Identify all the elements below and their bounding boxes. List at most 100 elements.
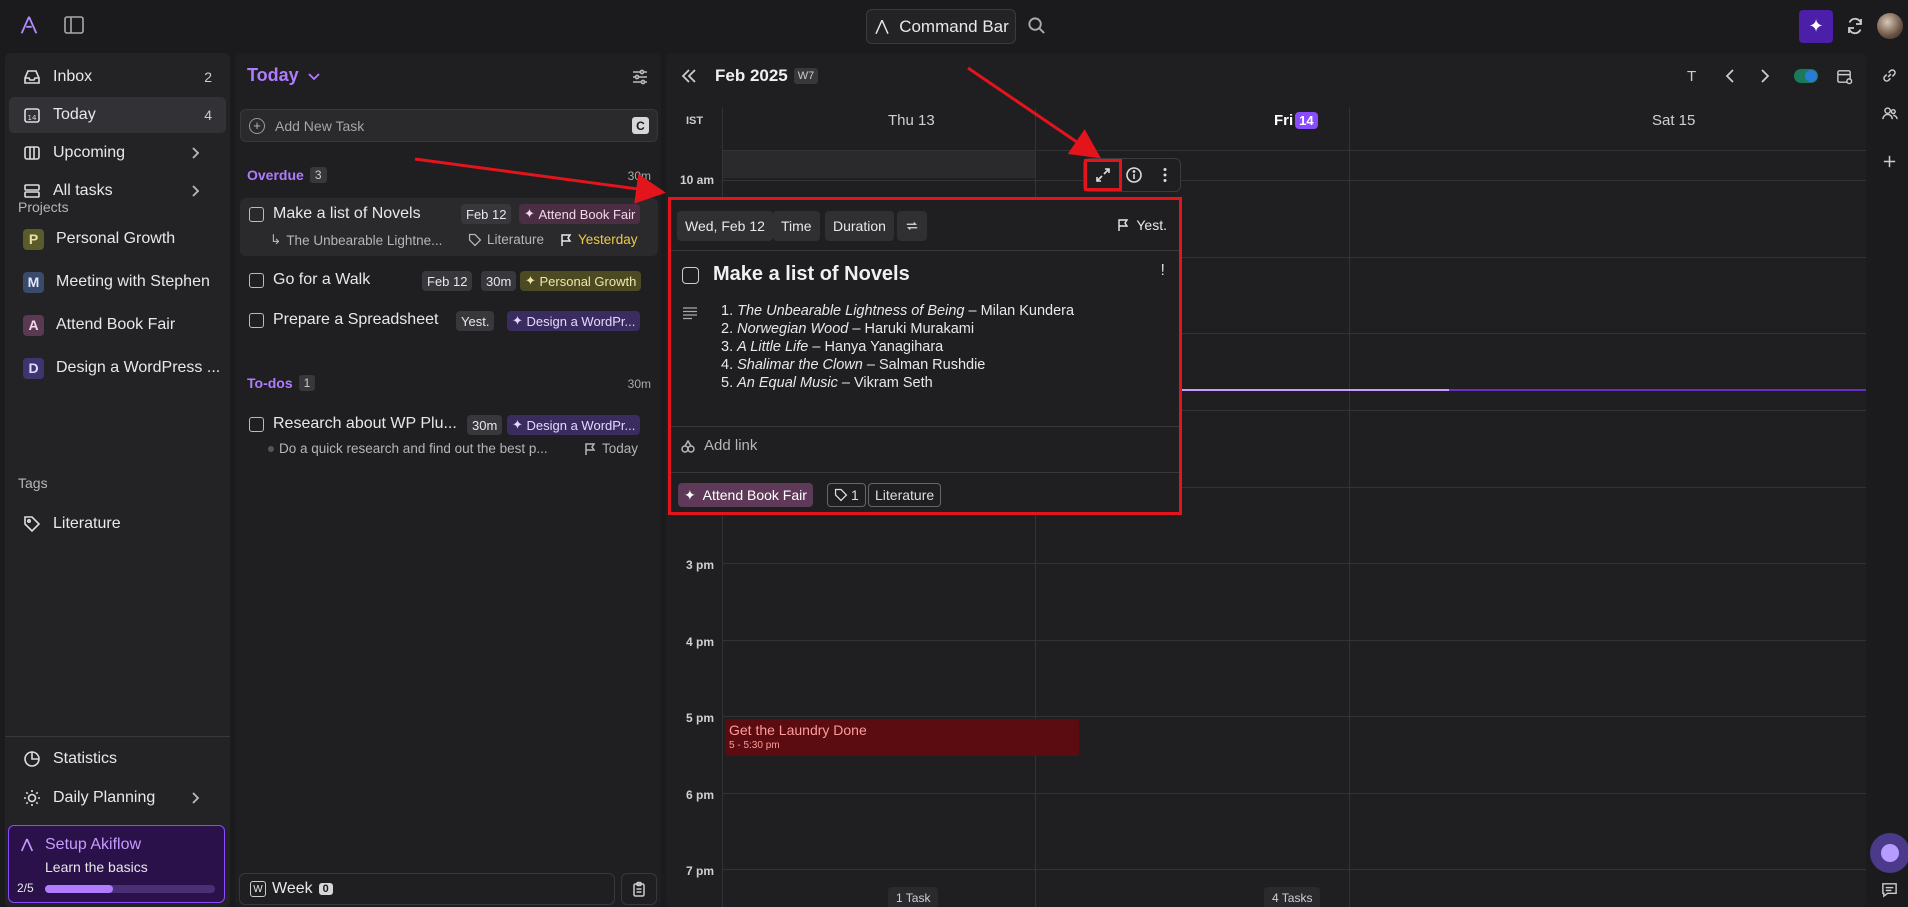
overdue-group-header[interactable]: Overdue 3 xyxy=(247,167,327,183)
user-avatar[interactable] xyxy=(1877,13,1903,39)
task-complete-checkbox[interactable] xyxy=(682,267,699,284)
sidebar-item-daily-planning[interactable]: Daily Planning xyxy=(9,780,226,816)
day-task-count[interactable]: 1 Task xyxy=(888,887,939,907)
setup-akiflow-card[interactable]: Setup Akiflow Learn the basics 2/5 xyxy=(8,825,225,903)
current-time-line xyxy=(1182,389,1449,391)
filter-sliders-icon[interactable] xyxy=(631,68,649,86)
book-author: – Salman Rushdie xyxy=(866,357,986,373)
deadline-button[interactable]: Yest. xyxy=(1116,217,1167,233)
info-icon[interactable] xyxy=(1125,166,1143,184)
task-time-button[interactable]: Time xyxy=(773,211,820,241)
task-checkbox[interactable] xyxy=(249,207,264,222)
day-header-thu[interactable]: Thu 13 xyxy=(888,112,935,129)
day-header-sat[interactable]: Sat 15 xyxy=(1652,112,1695,129)
plus-icon: + xyxy=(249,117,265,134)
book-author: – Milan Kundera xyxy=(968,303,1075,319)
repeat-button[interactable] xyxy=(897,211,927,241)
right-rail xyxy=(1870,53,1908,907)
sidebar-item-upcoming[interactable]: Upcoming xyxy=(9,135,226,171)
task-checkbox[interactable] xyxy=(249,273,264,288)
week-toggle[interactable]: W Week 0 xyxy=(239,873,615,905)
sidebar-item-today[interactable]: 14 Today 4 xyxy=(9,97,226,133)
chat-icon[interactable] xyxy=(1881,881,1898,898)
task-project-chip[interactable]: ✦ Personal Growth xyxy=(520,271,642,291)
task-date-chip[interactable]: Feb 12 xyxy=(461,204,512,224)
link-icon[interactable] xyxy=(1881,67,1898,84)
week-key-icon: W xyxy=(250,881,266,897)
task-project-chip[interactable]: ✦ Design a WordPr... xyxy=(507,311,641,331)
chevron-left-icon[interactable] xyxy=(1723,68,1737,84)
book-author: – Hanya Yanagihara xyxy=(812,339,944,355)
day-task-count[interactable]: 4 Tasks xyxy=(1264,887,1321,907)
task-checkbox[interactable] xyxy=(249,313,264,328)
task-duration-chip[interactable]: 30m xyxy=(481,271,517,291)
search-icon[interactable] xyxy=(1027,16,1046,35)
divider xyxy=(671,250,1179,251)
priority-button[interactable]: ! xyxy=(1161,262,1165,280)
task-tag[interactable]: Literature xyxy=(468,232,544,247)
calendar-sync-toggle[interactable] xyxy=(1794,69,1818,83)
project-label: Meeting with Stephen xyxy=(56,273,210,290)
hour-label: 4 pm xyxy=(685,635,714,649)
task-date-chip[interactable]: Yest. xyxy=(456,311,495,331)
all-day-row[interactable] xyxy=(723,150,1035,178)
week-number-badge: W7 xyxy=(793,68,819,84)
sync-icon[interactable] xyxy=(1845,16,1865,36)
event-time: 5 - 5:30 pm xyxy=(729,740,780,751)
task-duration-button[interactable]: Duration xyxy=(825,211,894,241)
sidebar-item-statistics[interactable]: Statistics xyxy=(9,741,226,777)
task-notes[interactable]: 1. The Unbearable Lightness of Being – M… xyxy=(721,302,1074,392)
task-project-chip[interactable]: ✦ Attend Book Fair xyxy=(519,204,641,224)
more-vertical-icon[interactable] xyxy=(1156,166,1174,184)
popup-tag-chip[interactable]: Literature xyxy=(868,483,942,507)
assistant-fab-button[interactable] xyxy=(1870,833,1908,873)
chevron-right-icon[interactable] xyxy=(1758,68,1772,84)
plus-icon[interactable] xyxy=(1881,153,1898,170)
sidebar-project-personal-growth[interactable]: P Personal Growth xyxy=(9,221,226,257)
task-note-preview: ↳ The Unbearable Lightne... xyxy=(270,232,442,248)
add-link-button[interactable]: Add link xyxy=(680,437,757,454)
task-due[interactable]: Yesterday xyxy=(559,232,638,247)
day-header-fri[interactable]: Fri 14 xyxy=(1274,112,1318,129)
project-badge: M xyxy=(23,271,44,293)
task-row[interactable]: Go for a Walk Feb 12 30m ✦ Personal Grow… xyxy=(240,264,658,298)
akiflow-logo-icon[interactable] xyxy=(18,14,40,36)
tag-count-chip[interactable]: 1 xyxy=(827,483,866,507)
clipboard-icon xyxy=(633,881,645,897)
task-title[interactable]: Make a list of Novels xyxy=(713,263,910,286)
book-author: – Haruki Murakami xyxy=(852,321,975,337)
sidebar-project-attend-book-fair[interactable]: A Attend Book Fair xyxy=(9,307,226,343)
task-row[interactable]: Research about WP Plu... 30m ✦ Design a … xyxy=(240,408,658,464)
command-bar-button[interactable]: Command Bar xyxy=(866,9,1016,44)
task-checkbox[interactable] xyxy=(249,417,264,432)
popup-project-chip[interactable]: ✦ Attend Book Fair xyxy=(678,483,813,507)
task-note-preview: Do a quick research and find out the bes… xyxy=(268,441,548,456)
today-shortcut-button[interactable]: T xyxy=(1687,68,1696,85)
add-new-task-input[interactable]: + Add New Task C xyxy=(240,109,658,142)
calendar-event[interactable]: Get the Laundry Done 5 - 5:30 pm xyxy=(725,719,1079,756)
todos-group-header[interactable]: To-dos 1 xyxy=(247,375,316,391)
double-chevron-left-icon[interactable] xyxy=(680,67,698,85)
people-icon[interactable] xyxy=(1881,105,1898,122)
sidebar-item-inbox[interactable]: Inbox 2 xyxy=(9,59,226,95)
task-date-chip[interactable]: Feb 12 xyxy=(422,271,473,291)
project-label: Attend Book Fair xyxy=(56,316,176,333)
tag-label: Literature xyxy=(53,515,121,532)
ai-assistant-button[interactable]: ✦ xyxy=(1799,10,1833,43)
sidebar-toggle-icon[interactable] xyxy=(64,16,84,34)
hour-label: 6 pm xyxy=(685,788,714,802)
task-due[interactable]: Today xyxy=(583,441,638,456)
clipboard-button[interactable] xyxy=(621,873,657,905)
sidebar-project-design-wordpress[interactable]: D Design a WordPress ... xyxy=(9,350,226,386)
calendar-settings-icon[interactable] xyxy=(1836,68,1853,85)
today-title-dropdown[interactable]: Today xyxy=(247,65,321,86)
sidebar-project-meeting-with-stephen[interactable]: M Meeting with Stephen xyxy=(9,264,226,300)
task-date-button[interactable]: Wed, Feb 12 xyxy=(677,211,773,241)
deadline-text: Yest. xyxy=(1136,217,1167,233)
task-duration-chip[interactable]: 30m xyxy=(467,415,503,435)
task-row[interactable]: Make a list of Novels Feb 12 ✦ Attend Bo… xyxy=(240,198,658,256)
task-row[interactable]: Prepare a Spreadsheet Yest. ✦ Design a W… xyxy=(240,304,658,338)
sidebar-tag-literature[interactable]: Literature xyxy=(9,506,226,542)
timezone-label: IST xyxy=(686,115,704,127)
task-project-chip[interactable]: ✦ Design a WordPr... xyxy=(507,415,641,435)
